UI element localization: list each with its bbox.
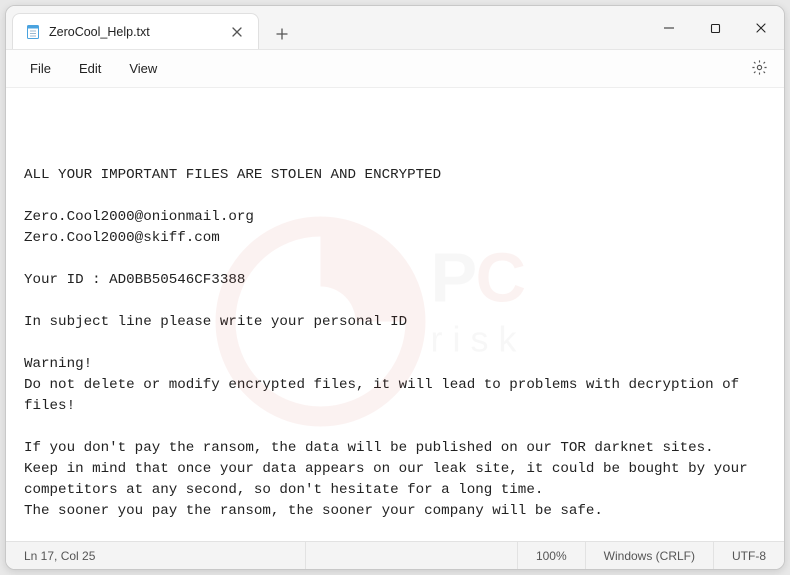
window-controls	[646, 6, 784, 49]
settings-button[interactable]	[744, 54, 774, 84]
statusbar: Ln 17, Col 25 100% Windows (CRLF) UTF-8	[6, 541, 784, 569]
text-line	[24, 291, 766, 312]
text-line: The sooner you pay the ransom, the soone…	[24, 501, 766, 522]
close-tab-icon[interactable]	[228, 23, 246, 41]
text-line	[24, 417, 766, 438]
status-encoding: UTF-8	[714, 542, 784, 569]
text-line: In subject line please write your person…	[24, 312, 766, 333]
document-tab[interactable]: ZeroCool_Help.txt	[12, 13, 259, 49]
minimize-button[interactable]	[646, 6, 692, 50]
text-line	[24, 522, 766, 541]
new-tab-button[interactable]	[267, 19, 297, 49]
text-line: Zero.Cool2000@onionmail.org	[24, 207, 766, 228]
text-line	[24, 333, 766, 354]
tab-title: ZeroCool_Help.txt	[49, 25, 150, 39]
text-line: Warning!	[24, 354, 766, 375]
notepad-icon	[25, 24, 41, 40]
status-zoom[interactable]: 100%	[518, 542, 586, 569]
text-line: Zero.Cool2000@skiff.com	[24, 228, 766, 249]
gear-icon	[751, 59, 768, 79]
text-line	[24, 186, 766, 207]
menu-file[interactable]: File	[16, 55, 65, 82]
text-line: Your ID : AD0BB50546CF3388	[24, 270, 766, 291]
status-line-ending: Windows (CRLF)	[586, 542, 714, 569]
maximize-button[interactable]	[692, 6, 738, 50]
status-cursor-position: Ln 17, Col 25	[6, 542, 306, 569]
text-line: Do not delete or modify encrypted files,…	[24, 375, 766, 417]
text-line: Keep in mind that once your data appears…	[24, 459, 766, 501]
notepad-window: ZeroCool_Help.txt File Edit View	[5, 5, 785, 570]
text-line	[24, 249, 766, 270]
menu-view[interactable]: View	[115, 55, 171, 82]
text-line: ALL YOUR IMPORTANT FILES ARE STOLEN AND …	[24, 165, 766, 186]
text-editor[interactable]: P C risk ALL YOUR IMPORTANT FILES ARE ST…	[6, 88, 784, 541]
titlebar: ZeroCool_Help.txt	[6, 6, 784, 50]
close-window-button[interactable]	[738, 6, 784, 50]
menu-edit[interactable]: Edit	[65, 55, 115, 82]
menubar: File Edit View	[6, 50, 784, 88]
tab-strip: ZeroCool_Help.txt	[6, 6, 297, 49]
text-line: If you don't pay the ransom, the data wi…	[24, 438, 766, 459]
